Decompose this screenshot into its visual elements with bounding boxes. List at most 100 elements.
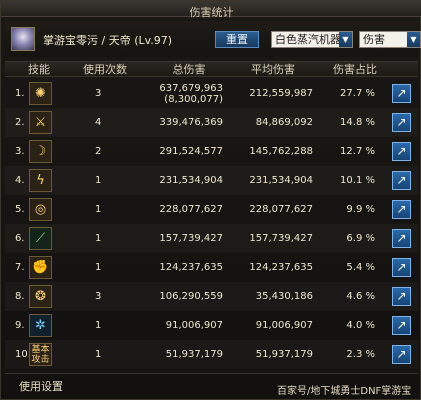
share-icon[interactable]: ↗ bbox=[392, 229, 411, 248]
table-row: 1. ✺ 3 637,679,963 (8,300,077) 212,559,98… bbox=[5, 79, 418, 108]
settings-link[interactable]: 使用设置 bbox=[19, 378, 63, 394]
row-share: 14.8 % bbox=[340, 117, 375, 128]
gear-skill-icon: ✲ bbox=[29, 314, 52, 337]
row-uses: 1 bbox=[95, 349, 102, 360]
row-uses: 3 bbox=[95, 88, 102, 99]
share-icon[interactable]: ↗ bbox=[392, 316, 411, 335]
share-icon[interactable]: ↗ bbox=[392, 200, 411, 219]
character-header: 掌游宝零污 / 天帝 (Lv.97) 重置 白色蒸汽机器 ▼ 伤害 ▼ bbox=[5, 21, 421, 57]
row-uses: 4 bbox=[95, 117, 102, 128]
row-total: 637,679,963 (8,300,077) bbox=[131, 79, 223, 105]
row-total: 228,077,627 bbox=[159, 204, 223, 215]
row-uses: 1 bbox=[95, 320, 102, 331]
col-damage-share: 伤害占比 bbox=[333, 63, 377, 76]
flame-skill-icon: ✺ bbox=[29, 82, 52, 105]
col-uses: 使用次数 bbox=[83, 63, 127, 76]
row-rank: 2. bbox=[15, 117, 25, 128]
row-rank: 6. bbox=[15, 233, 25, 244]
row-total: 157,739,427 bbox=[159, 233, 223, 244]
table-row: 7. ✊ 1 124,237,635 124,237,635 5.4 % ↗ bbox=[5, 253, 418, 282]
row-uses: 1 bbox=[95, 262, 102, 273]
row-total-value: 637,679,963 bbox=[159, 83, 223, 94]
row-uses: 3 bbox=[95, 291, 102, 302]
table-row: 4. ϟ 1 231,534,904 231,534,904 10.1 % ↗ bbox=[5, 166, 418, 195]
row-uses: 1 bbox=[95, 233, 102, 244]
row-average: 84,869,092 bbox=[255, 117, 313, 128]
lightning-skill-icon: ϟ bbox=[29, 169, 52, 192]
watermark-text: 百家号/地下城勇士DNF掌游宝 bbox=[277, 386, 412, 397]
row-rank: 9. bbox=[15, 320, 25, 331]
slash-skill-icon: ⚔ bbox=[29, 111, 52, 134]
row-total: 51,937,179 bbox=[165, 349, 223, 360]
footer-bar: 使用设置 百家号/地下城勇士DNF掌游宝 bbox=[5, 373, 418, 397]
row-rank: 7. bbox=[15, 262, 25, 273]
row-share: 27.7 % bbox=[340, 88, 375, 99]
share-icon[interactable]: ↗ bbox=[392, 287, 411, 306]
col-skill: 技能 bbox=[28, 63, 50, 76]
share-icon[interactable]: ↗ bbox=[392, 171, 411, 190]
table-row: 9. ✲ 1 91,006,907 91,006,907 4.0 % ↗ bbox=[5, 311, 418, 340]
table-row: 6. ⟋ 1 157,739,427 157,739,427 6.9 % ↗ bbox=[5, 224, 418, 253]
row-average: 91,006,907 bbox=[255, 320, 313, 331]
row-share: 10.1 % bbox=[340, 175, 375, 186]
row-rank: 1. bbox=[15, 88, 25, 99]
vortex-skill-icon: ◎ bbox=[29, 198, 52, 221]
row-uses: 1 bbox=[95, 175, 102, 186]
row-total: 339,476,369 bbox=[159, 117, 223, 128]
row-total: 124,237,635 bbox=[159, 262, 223, 273]
row-average: 51,937,179 bbox=[255, 349, 313, 360]
share-icon[interactable]: ↗ bbox=[392, 84, 411, 103]
row-uses: 2 bbox=[95, 146, 102, 157]
table-row: 5. ◎ 1 228,077,627 228,077,627 9.9 % ↗ bbox=[5, 195, 418, 224]
row-average: 231,534,904 bbox=[249, 175, 313, 186]
row-uses: 1 bbox=[95, 204, 102, 215]
basic-attack-skill-icon: 基本 攻击 bbox=[29, 343, 52, 366]
window-title: 伤害统计 bbox=[189, 6, 234, 19]
table-row: 3. ☽ 2 291,524,577 145,762,288 12.7 % ↗ bbox=[5, 137, 418, 166]
row-total-sub: (8,300,077) bbox=[164, 94, 223, 105]
row-total: 291,524,577 bbox=[159, 146, 223, 157]
row-rank: 4. bbox=[15, 175, 25, 186]
fist-skill-icon: ✊ bbox=[29, 256, 52, 279]
row-share: 4.0 % bbox=[346, 320, 375, 331]
row-share: 5.4 % bbox=[346, 262, 375, 273]
share-icon[interactable]: ↗ bbox=[392, 258, 411, 277]
share-icon[interactable]: ↗ bbox=[392, 345, 411, 364]
title-bar: 伤害统计 bbox=[1, 1, 421, 19]
row-average: 35,430,186 bbox=[255, 291, 313, 302]
row-average: 124,237,635 bbox=[249, 262, 313, 273]
source-select-value: 白色蒸汽机器 bbox=[275, 33, 341, 46]
reset-button[interactable]: 重置 bbox=[215, 31, 259, 48]
row-share: 4.6 % bbox=[346, 291, 375, 302]
row-share: 6.9 % bbox=[346, 233, 375, 244]
rune-circle-skill-icon: ❂ bbox=[29, 285, 52, 308]
row-rank: 8. bbox=[15, 291, 25, 302]
col-average-damage: 平均伤害 bbox=[251, 63, 295, 76]
row-share: 2.3 % bbox=[346, 349, 375, 360]
chevron-down-icon[interactable]: ▼ bbox=[339, 32, 352, 47]
row-total: 231,534,904 bbox=[159, 175, 223, 186]
share-icon[interactable]: ↗ bbox=[392, 142, 411, 161]
row-total: 106,290,559 bbox=[159, 291, 223, 302]
share-icon[interactable]: ↗ bbox=[392, 113, 411, 132]
row-rank: 3. bbox=[15, 146, 25, 157]
table-row: 8. ❂ 3 106,290,559 35,430,186 4.6 % ↗ bbox=[5, 282, 418, 311]
chevron-down-icon[interactable]: ▼ bbox=[407, 32, 420, 47]
type-select-value: 伤害 bbox=[363, 33, 385, 46]
row-rank: 5. bbox=[15, 204, 25, 215]
row-share: 12.7 % bbox=[340, 146, 375, 157]
type-select[interactable]: 伤害 ▼ bbox=[359, 31, 421, 48]
table-row: 10. 基本 攻击 1 51,937,179 51,937,179 2.3 % ↗ bbox=[5, 340, 418, 369]
damage-stats-window: 伤害统计 掌游宝零污 / 天帝 (Lv.97) 重置 白色蒸汽机器 ▼ 伤害 ▼… bbox=[0, 0, 421, 400]
source-select[interactable]: 白色蒸汽机器 ▼ bbox=[271, 31, 353, 48]
character-name: 掌游宝零污 / 天帝 (Lv.97) bbox=[43, 34, 173, 47]
row-average: 157,739,427 bbox=[249, 233, 313, 244]
column-headers: 技能 使用次数 总伤害 平均伤害 伤害占比 bbox=[5, 61, 418, 77]
col-total-damage: 总伤害 bbox=[172, 63, 206, 76]
row-average: 228,077,627 bbox=[249, 204, 313, 215]
claw-skill-icon: ⟋ bbox=[29, 227, 52, 250]
crescent-skill-icon: ☽ bbox=[29, 140, 52, 163]
character-portrait bbox=[11, 27, 35, 51]
row-average: 145,762,288 bbox=[249, 146, 313, 157]
row-share: 9.9 % bbox=[346, 204, 375, 215]
